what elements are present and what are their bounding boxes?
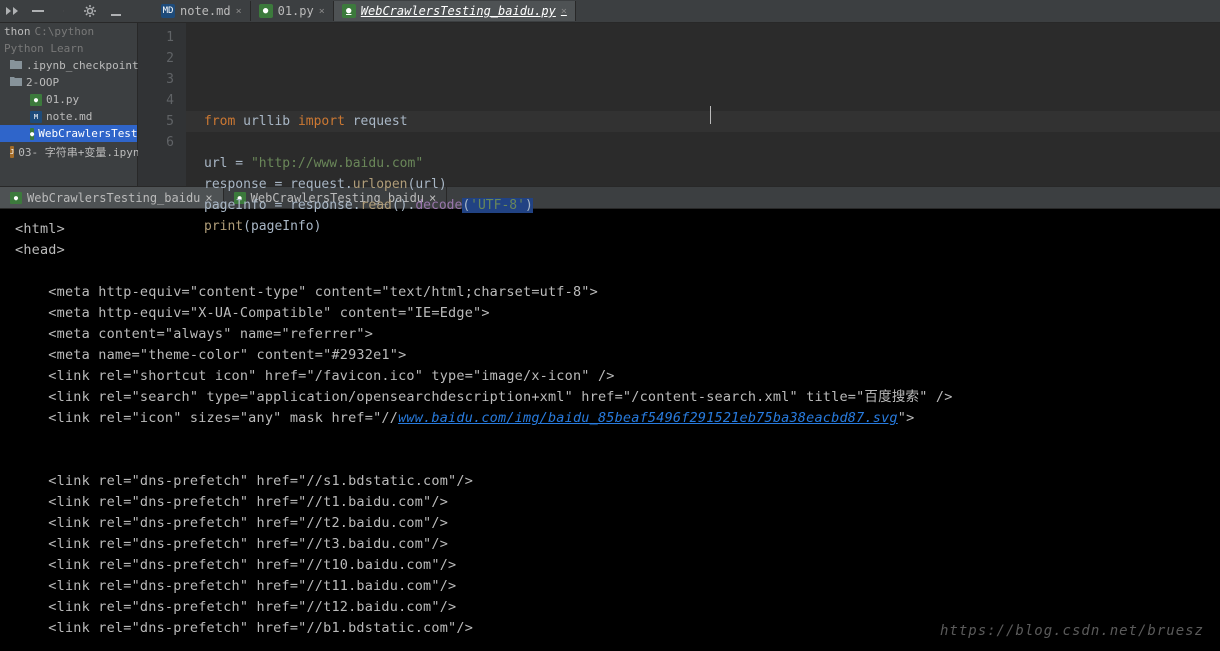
tab-label: note.md xyxy=(180,4,231,18)
console-link[interactable]: www.baidu.com/img/baidu_85beaf5496f29152… xyxy=(398,410,898,426)
sidebar-item[interactable]: Mnote.md xyxy=(0,108,137,125)
sidebar-item-label: note.md xyxy=(46,110,92,123)
minimize-icon[interactable] xyxy=(109,4,123,18)
code-line: print(pageInfo) xyxy=(204,216,1220,237)
sidebar-item[interactable]: .ipynb_checkpoints xyxy=(0,57,137,74)
python-file-icon: ● xyxy=(10,192,22,204)
main-toolbar: MD note.md × ● 01.py × ● WebCrawlersTesting_bai… xyxy=(0,0,1220,23)
code-line: response = request.urlopen(url) xyxy=(204,174,1220,195)
folder-icon xyxy=(10,76,22,89)
console-tab[interactable]: ●WebCrawlersTesting_baidu× xyxy=(0,187,224,208)
folder-icon xyxy=(10,59,22,72)
watermark: https://blog.csdn.net/bruesz xyxy=(940,623,1204,639)
divider-icon xyxy=(57,4,71,18)
line-number: 1 xyxy=(142,27,174,48)
project-sidebar[interactable]: thon C:\python Python Learn .ipynb_check… xyxy=(0,23,138,186)
toolbar-icon-group xyxy=(5,4,123,18)
line-number: 3 xyxy=(142,69,174,90)
code-line: pageInfo = response.read().decode('UTF-8… xyxy=(204,195,1220,216)
console-output[interactable]: <html> <head> <meta http-equiv="content-… xyxy=(0,209,1220,651)
gear-icon[interactable] xyxy=(83,4,97,18)
sidebar-item[interactable]: 2-OOP xyxy=(0,74,137,91)
main-area: thon C:\python Python Learn .ipynb_check… xyxy=(0,23,1220,186)
line-number: 2 xyxy=(142,48,174,69)
sidebar-item-label: 01.py xyxy=(46,93,79,106)
code-line xyxy=(204,132,1220,153)
notebook-file-icon: J xyxy=(10,146,14,158)
python-file-icon: ● xyxy=(30,94,42,106)
sidebar-item[interactable]: ● 01.py xyxy=(0,91,137,108)
sidebar-item-label: 03- 字符串+变量.ipynb xyxy=(18,144,146,160)
md-file-icon: MD xyxy=(161,4,175,18)
line-number: 4 xyxy=(142,90,174,111)
sidebar-item[interactable]: J03- 字符串+变量.ipynb xyxy=(0,142,137,162)
editor-tab[interactable]: ● 01.py × xyxy=(251,1,334,21)
python-file-icon: ● xyxy=(30,128,34,140)
sidebar-item[interactable]: ●WebCrawlersTesting xyxy=(0,125,137,142)
py-file-icon: ● xyxy=(259,4,273,18)
line-number: 6 xyxy=(142,132,174,153)
line-gutter: 123456 xyxy=(138,23,186,186)
editor-tab[interactable]: ● WebCrawlersTesting_baidu.py × xyxy=(334,1,576,21)
project-root-label: thon xyxy=(4,25,31,38)
sidebar-item-label: .ipynb_checkpoints xyxy=(26,59,145,72)
line-number: 5 xyxy=(142,111,174,132)
tab-label: WebCrawlersTesting_baidu.py xyxy=(361,4,556,18)
close-icon[interactable]: × xyxy=(236,6,242,17)
expand-icon[interactable] xyxy=(5,4,19,18)
code-line: from urllib import request xyxy=(204,111,1220,132)
code-editor[interactable]: 123456 from urllib import request url = … xyxy=(138,23,1220,186)
library-label: Python Learn xyxy=(4,42,83,55)
code-line: url = "http://www.baidu.com" xyxy=(204,153,1220,174)
project-root-path: C:\python xyxy=(35,25,95,38)
editor-tabs: MD note.md × ● 01.py × ● WebCrawlersTesting_bai… xyxy=(153,1,576,21)
py-file-icon: ● xyxy=(342,4,356,18)
markdown-file-icon: M xyxy=(30,111,42,123)
sidebar-item-label: 2-OOP xyxy=(26,76,59,89)
console-tab-label: WebCrawlersTesting_baidu xyxy=(27,191,200,205)
close-icon[interactable]: × xyxy=(561,6,567,17)
project-root[interactable]: thon C:\python xyxy=(0,23,137,40)
collapse-icon[interactable] xyxy=(31,4,45,18)
code-area[interactable]: from urllib import request url = "http:/… xyxy=(186,23,1220,186)
tab-label: 01.py xyxy=(278,4,314,18)
library-node[interactable]: Python Learn xyxy=(0,40,137,57)
editor-tab[interactable]: MD note.md × xyxy=(153,1,251,21)
close-icon[interactable]: × xyxy=(319,6,325,17)
